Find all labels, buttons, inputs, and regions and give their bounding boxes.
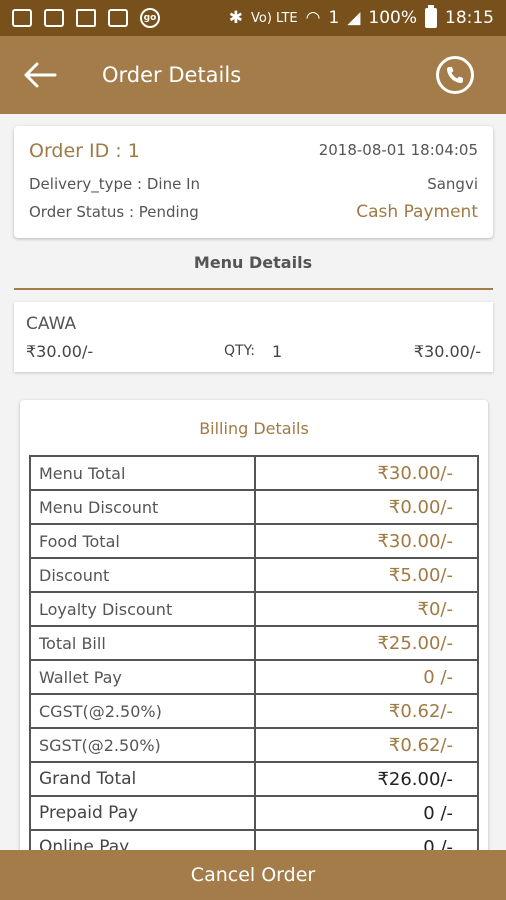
billing-value: ₹0.62/-	[254, 727, 479, 763]
app-bar: Order Details	[0, 36, 506, 114]
menu-item: CAWA ₹30.00/- QTY: 1 ₹30.00/-	[14, 302, 493, 372]
menu-icon	[44, 9, 64, 27]
billing-value: ₹0/-	[254, 591, 479, 627]
billing-row: Menu Discount ₹0.00/-	[29, 489, 479, 525]
order-summary-card: Order ID : 1 2018-08-01 18:04:05 Deliver…	[14, 126, 493, 238]
billing-row: Loyalty Discount ₹0/-	[29, 591, 479, 627]
arrow-left-icon	[24, 62, 57, 88]
menu-item-qty-label: QTY:	[224, 343, 255, 359]
billing-row: Total Bill ₹25.00/-	[29, 625, 479, 661]
billing-label: CGST(@2.50%)	[29, 693, 256, 729]
billing-label: Food Total	[29, 523, 256, 559]
billing-row: CGST(@2.50%) ₹0.62/-	[29, 693, 479, 729]
battery-icon	[425, 5, 437, 28]
order-id: Order ID : 1	[29, 140, 140, 162]
phone-icon	[447, 67, 463, 83]
billing-card: Billing Details Menu Total ₹30.00/- Menu…	[20, 400, 488, 860]
billing-value: ₹25.00/-	[254, 625, 479, 661]
billing-row: Discount ₹5.00/-	[29, 557, 479, 593]
billing-row-grand-total: Grand Total ₹26.00/-	[29, 761, 479, 797]
sim-indicator: 1	[328, 8, 340, 28]
billing-value: ₹5.00/-	[254, 557, 479, 593]
menu-details-heading: Menu Details	[193, 253, 313, 272]
billing-label: Menu Total	[29, 455, 256, 491]
notification-icons: go	[12, 8, 160, 28]
menu-item-total: ₹30.00/-	[413, 342, 481, 361]
menu-item-price: ₹30.00/-	[26, 342, 94, 361]
signal-icon: ◢	[347, 8, 361, 28]
billing-row: Prepaid Pay 0 /-	[29, 795, 479, 831]
back-button[interactable]	[0, 36, 80, 114]
delivery-type: Delivery_type : Dine In	[29, 175, 201, 193]
billing-label: Discount	[29, 557, 256, 593]
branch-name: Sangvi	[427, 175, 478, 193]
billing-value: 0 /-	[254, 659, 479, 695]
billing-value: ₹0.00/-	[254, 489, 479, 525]
billing-label: Loyalty Discount	[29, 591, 256, 627]
billing-label: Prepaid Pay	[29, 795, 256, 831]
billing-table: Menu Total ₹30.00/- Menu Discount ₹0.00/…	[29, 455, 479, 860]
mail-icon	[76, 9, 96, 27]
device-icon	[108, 9, 128, 27]
wifi-icon: ◠	[305, 8, 321, 28]
billing-row: Food Total ₹30.00/-	[29, 523, 479, 559]
battery-percent: 100%	[368, 8, 417, 28]
billing-value: ₹30.00/-	[254, 523, 479, 559]
billing-value: ₹26.00/-	[254, 761, 479, 797]
billing-row: Wallet Pay 0 /-	[29, 659, 479, 695]
page-title: Order Details	[102, 63, 242, 87]
billing-label: Grand Total	[29, 761, 256, 797]
billing-label: SGST(@2.50%)	[29, 727, 256, 763]
network-label: Vo) LTE	[250, 10, 298, 26]
cancel-order-button[interactable]: Cancel Order	[0, 850, 506, 900]
billing-value: ₹0.62/-	[254, 693, 479, 729]
billing-label: Menu Discount	[29, 489, 256, 525]
billing-title: Billing Details	[199, 419, 309, 438]
billing-label: Total Bill	[29, 625, 256, 661]
payment-method: Cash Payment	[356, 202, 478, 222]
status-bar: go ✱ Vo) LTE ◠ 1 ◢ 100% 18:15	[0, 0, 506, 36]
call-button[interactable]	[436, 56, 474, 94]
app-notification-icon: go	[140, 8, 160, 28]
billing-value: 0 /-	[254, 795, 479, 831]
billing-row: SGST(@2.50%) ₹0.62/-	[29, 727, 479, 763]
clock: 18:15	[445, 8, 494, 28]
bluetooth-icon: ✱	[228, 8, 243, 28]
billing-row: Menu Total ₹30.00/-	[29, 455, 479, 491]
billing-value: ₹30.00/-	[254, 455, 479, 491]
menu-item-name: CAWA	[26, 314, 77, 334]
divider	[14, 288, 493, 290]
billing-label: Wallet Pay	[29, 659, 256, 695]
image-icon	[12, 9, 32, 27]
menu-item-qty: 1	[272, 342, 283, 361]
order-status: Order Status : Pending	[29, 203, 199, 221]
order-datetime: 2018-08-01 18:04:05	[318, 141, 478, 159]
system-status: ✱ Vo) LTE ◠ 1 ◢ 100% 18:15	[228, 5, 494, 28]
